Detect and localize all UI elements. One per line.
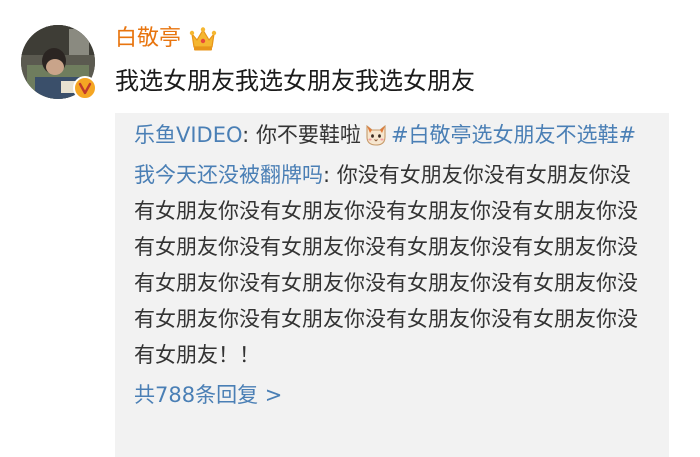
crown-icon[interactable] — [189, 26, 217, 52]
author-avatar[interactable] — [21, 25, 97, 100]
comment-separator: : — [242, 123, 256, 147]
comment-section: 乐鱼VIDEO: 你不要鞋啦 #白敬亭选女朋友不选鞋# 我今天还没被翻牌吗: 你… — [115, 113, 669, 457]
hashtag-link[interactable]: #白敬亭选女朋友不选鞋# — [391, 123, 636, 147]
weibo-post: 白敬亭 我选女朋友我选女朋友我选女朋友 乐鱼VIDEO: 你不要鞋啦 #白敬亭选… — [0, 0, 700, 457]
author-name[interactable]: 白敬亭 — [115, 22, 181, 56]
comment-text: 你不要鞋啦 — [255, 123, 361, 147]
comment-separator: : — [323, 163, 337, 187]
comment-username[interactable]: 我今天还没被翻牌吗 — [134, 163, 323, 187]
cat-face-emoji-icon — [366, 124, 386, 146]
post-text: 我选女朋友我选女朋友我选女朋友 — [115, 67, 475, 95]
comment-item: 乐鱼VIDEO: 你不要鞋啦 #白敬亭选女朋友不选鞋# — [134, 117, 651, 153]
author-row: 白敬亭 — [115, 22, 217, 56]
more-replies-link[interactable]: 共788条回复 > — [134, 377, 651, 413]
comment-username[interactable]: 乐鱼VIDEO — [134, 123, 242, 147]
verified-v-badge-icon — [73, 76, 97, 100]
comment-item: 我今天还没被翻牌吗: 你没有女朋友你没有女朋友你没有女朋友你没有女朋友你没有女朋… — [134, 157, 651, 373]
comment-text: 你没有女朋友你没有女朋友你没有女朋友你没有女朋友你没有女朋友你没有女朋友你没有女… — [134, 163, 638, 367]
